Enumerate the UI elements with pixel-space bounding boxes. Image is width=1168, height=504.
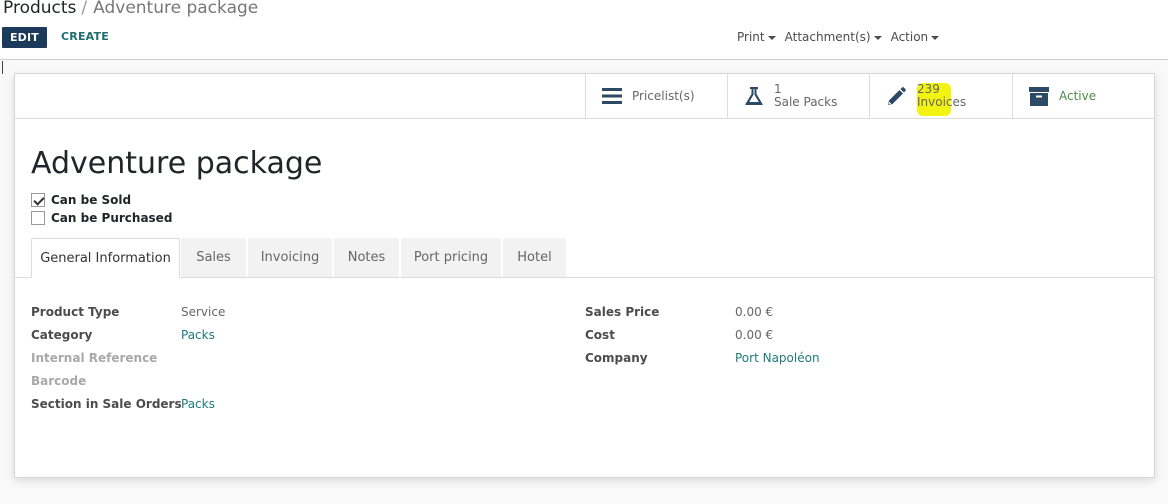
sales-price-label: Sales Price — [585, 305, 660, 319]
print-menu[interactable]: Print — [737, 30, 776, 44]
control-panel: Products / Adventure package EDIT CREATE P… — [0, 0, 1168, 60]
pricelists-label: Pricelist(s) — [632, 89, 695, 103]
edit-button[interactable]: EDIT — [2, 27, 47, 48]
sale-packs-count: 1 — [774, 82, 782, 96]
tab-invoicing[interactable]: Invoicing — [248, 238, 332, 277]
section-in-sale-orders-link[interactable]: Packs — [181, 397, 215, 411]
action-menu-label: Action — [890, 30, 929, 44]
sidebar-menus: Print Attachment(s) Action — [737, 30, 940, 44]
stat-button-box: Pricelist(s) 1 Sale Packs 239 Invoices A… — [15, 74, 1154, 119]
attachments-menu[interactable]: Attachment(s) — [785, 30, 882, 44]
company-label: Company — [585, 351, 648, 365]
active-label: Active — [1059, 89, 1097, 103]
sale-packs-stat-button[interactable]: 1 Sale Packs — [727, 74, 869, 118]
cost-label: Cost — [585, 328, 615, 342]
sale-packs-text: 1 Sale Packs — [774, 83, 837, 109]
tab-notes[interactable]: Notes — [334, 238, 399, 277]
invoices-count: 239 — [917, 82, 940, 96]
invoices-stat-button[interactable]: 239 Invoices — [869, 74, 1012, 118]
product-name-title: Adventure package — [31, 146, 323, 181]
pricelists-stat-button[interactable]: Pricelist(s) — [585, 74, 727, 118]
form-sheet: Pricelist(s) 1 Sale Packs 239 Invoices A… — [14, 73, 1155, 478]
breadcrumb-current: Adventure package — [93, 0, 259, 18]
cost-value: 0.00 € — [735, 328, 774, 342]
invoices-label: Invoices — [917, 95, 967, 109]
can-be-purchased-checkbox[interactable] — [31, 211, 45, 225]
internal-reference-label: Internal Reference — [31, 351, 158, 365]
tab-general-information[interactable]: General Information — [31, 238, 180, 278]
can-be-purchased-label: Can be Purchased — [51, 211, 173, 225]
print-menu-label: Print — [737, 30, 765, 44]
list-icon — [602, 87, 622, 109]
tab-port-pricing[interactable]: Port pricing — [401, 238, 501, 277]
section-in-sale-orders-label: Section in Sale Orders — [31, 397, 182, 411]
pencil-icon — [886, 87, 906, 111]
category-link[interactable]: Packs — [181, 328, 215, 342]
caret-down-icon — [873, 36, 882, 40]
can-be-sold-checkbox[interactable] — [31, 193, 45, 207]
active-toggle-button[interactable]: Active — [1012, 74, 1154, 118]
category-label: Category — [31, 328, 93, 342]
create-button[interactable]: CREATE — [61, 30, 109, 43]
archive-icon — [1029, 87, 1049, 110]
can-be-purchased-row: Can be Purchased — [31, 211, 172, 225]
breadcrumb-separator: / — [81, 0, 88, 18]
product-type-value: Service — [181, 305, 226, 319]
flask-icon — [744, 86, 764, 110]
text-cursor — [2, 61, 3, 74]
can-be-sold-row: Can be Sold — [31, 193, 131, 207]
product-type-label: Product Type — [31, 305, 120, 319]
tab-sales[interactable]: Sales — [181, 238, 246, 277]
sale-packs-label: Sale Packs — [774, 95, 838, 109]
caret-down-icon — [931, 36, 940, 40]
notebook-tabs: General Information Sales Invoicing Note… — [15, 238, 1154, 278]
sales-price-value: 0.00 € — [735, 305, 774, 319]
company-link[interactable]: Port Napoléon — [735, 351, 820, 365]
attachments-menu-label: Attachment(s) — [784, 30, 871, 44]
caret-down-icon — [767, 36, 776, 40]
can-be-sold-label: Can be Sold — [51, 193, 132, 207]
tab-hotel[interactable]: Hotel — [503, 238, 566, 277]
barcode-label: Barcode — [31, 374, 87, 388]
breadcrumb-products-link[interactable]: Products — [3, 0, 76, 18]
breadcrumb: Products / Adventure package — [3, 0, 258, 18]
invoices-text: 239 Invoices — [917, 83, 966, 109]
action-menu[interactable]: Action — [891, 30, 940, 44]
